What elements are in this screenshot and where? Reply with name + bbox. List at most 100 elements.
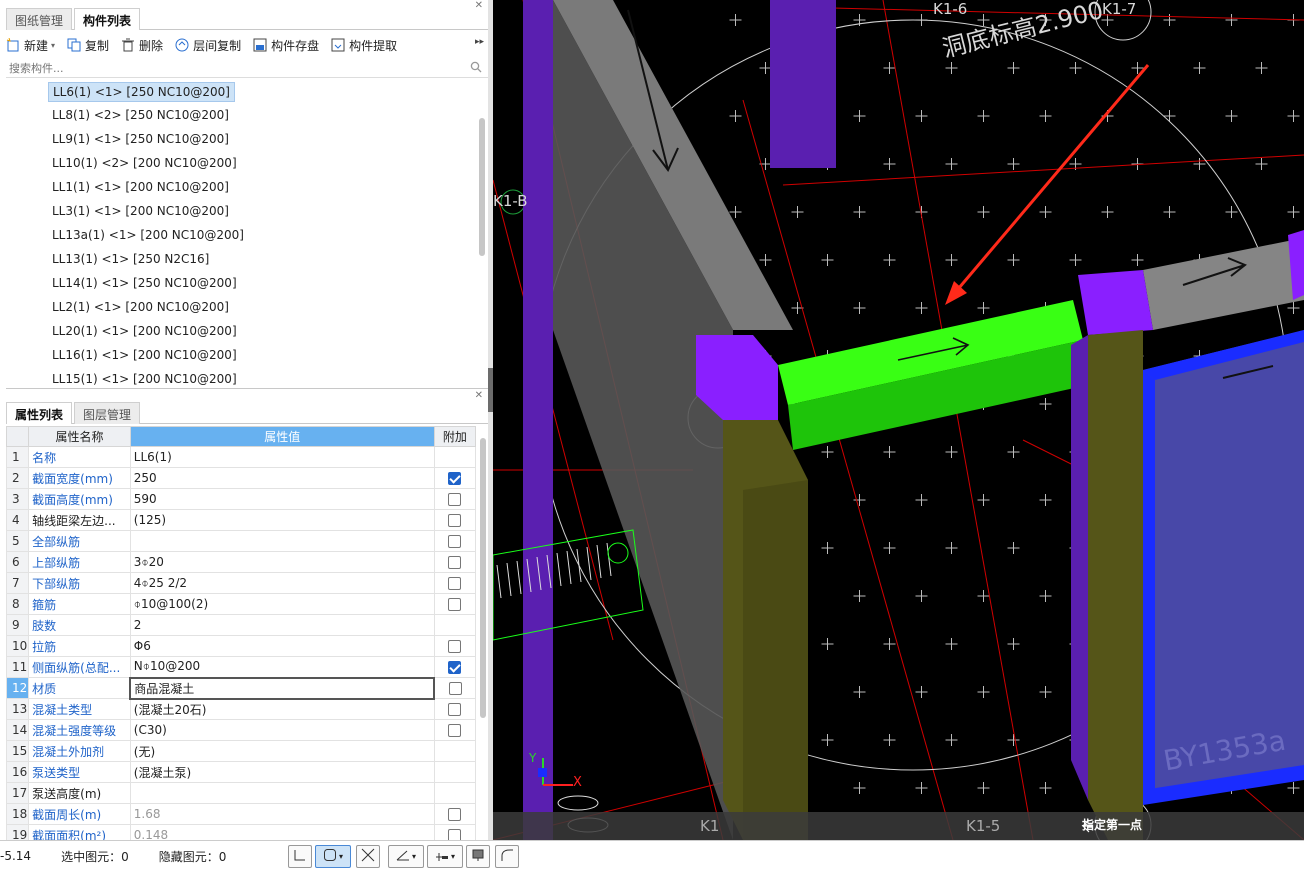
property-row[interactable]: 4 轴线距梁左边... (125) (5, 509, 477, 531)
close-top-panel-icon[interactable]: ✕ (475, 0, 483, 11)
property-row[interactable]: 11 侧面纵筋(总配... N⌽10@200 (5, 656, 477, 678)
snap-mode-button[interactable]: ▾ (315, 845, 351, 868)
list-item[interactable]: LL16(1) <1> [200 NC10@200] (48, 346, 241, 366)
list-item[interactable]: LL8(1) <2> [250 NC10@200] (48, 106, 233, 126)
display-button[interactable] (466, 845, 490, 868)
list-item[interactable]: LL2(1) <1> [200 NC10@200] (48, 298, 233, 318)
property-value[interactable]: 4⌽25 2/2 (129, 572, 435, 594)
save-component-button[interactable]: 构件存盘 (253, 37, 319, 54)
property-value[interactable]: (C30) (129, 719, 435, 741)
property-value[interactable]: (混凝土泵) (129, 761, 435, 783)
extra-checkbox[interactable] (448, 493, 462, 506)
tab-property-list[interactable]: 属性列表 (6, 402, 73, 424)
property-value[interactable]: 590 (129, 488, 435, 510)
list-item[interactable]: LL13(1) <1> [250 N2C16] (48, 250, 213, 270)
property-row[interactable]: 17 泵送高度(m) (5, 782, 477, 804)
extra-checkbox[interactable] (448, 640, 462, 653)
copy-icon (67, 38, 81, 52)
list-item[interactable]: LL3(1) <1> [200 NC10@200] (48, 202, 233, 222)
list-item[interactable]: LL10(1) <2> [200 NC10@200] (48, 154, 241, 174)
property-value[interactable]: ⌽10@100(2) (129, 593, 435, 615)
extra-checkbox[interactable] (448, 556, 462, 569)
property-row[interactable]: 18 截面周长(m) 1.68 (5, 803, 477, 825)
delete-button[interactable]: 删除 (121, 37, 163, 54)
search-icon[interactable] (470, 61, 482, 76)
property-row[interactable]: 3 截面高度(mm) 590 (5, 488, 477, 510)
extra-cell (433, 803, 477, 825)
axis-label-k1-b: K1-B (493, 192, 528, 210)
property-value[interactable]: 250 (129, 467, 435, 489)
extra-checkbox[interactable] (448, 514, 462, 527)
cross-select-button[interactable] (356, 845, 380, 868)
list-item[interactable]: LL15(1) <1> [200 NC10@200] (48, 370, 241, 385)
property-value[interactable]: 2 (129, 614, 435, 636)
property-row[interactable]: 2 截面宽度(mm) 250 (5, 467, 477, 489)
list-item[interactable]: LL20(1) <1> [200 NC10@200] (48, 322, 241, 342)
property-value[interactable]: (125) (129, 509, 435, 531)
property-value[interactable]: (无) (129, 740, 435, 762)
list-item[interactable]: LL14(1) <1> [250 NC10@200] (48, 274, 241, 294)
property-row[interactable]: 16 泵送类型 (混凝土泵) (5, 761, 477, 783)
grid-cross (791, 206, 804, 218)
property-row[interactable]: 6 上部纵筋 3⌽20 (5, 551, 477, 573)
extra-checkbox[interactable] (448, 724, 462, 737)
property-value[interactable]: Φ6 (129, 635, 435, 657)
grid-cross (1039, 782, 1052, 794)
property-row[interactable]: 5 全部纵筋 (5, 530, 477, 552)
property-row[interactable]: 10 拉筋 Φ6 (5, 635, 477, 657)
list-item[interactable]: LL9(1) <1> [250 NC10@200] (48, 130, 233, 150)
list-item[interactable]: LL13a(1) <1> [200 NC10@200] (48, 226, 248, 246)
property-value[interactable] (129, 530, 435, 552)
selected-count: 选中图元：0 (61, 849, 129, 864)
new-button[interactable]: 新建 ▾ (6, 37, 55, 54)
close-bottom-panel-icon[interactable]: ✕ (475, 390, 483, 401)
ortho-toggle-button[interactable] (288, 845, 312, 868)
property-row[interactable]: 13 混凝土类型 (混凝土20石) (5, 698, 477, 720)
angle-button[interactable]: ▾ (388, 845, 424, 868)
property-row[interactable]: 9 肢数 2 (5, 614, 477, 636)
extra-cell (433, 677, 477, 699)
property-value[interactable]: 商品混凝土 (129, 676, 436, 700)
property-row[interactable]: 8 箍筋 ⌽10@100(2) (5, 593, 477, 615)
property-value[interactable]: 1.68 (129, 803, 435, 825)
extra-checkbox[interactable] (448, 808, 462, 821)
tab-drawing-management[interactable]: 图纸管理 (6, 8, 73, 30)
tab-component-list[interactable]: 构件列表 (74, 8, 141, 30)
property-row[interactable]: 12 材质 商品混凝土 (5, 676, 477, 700)
list-item[interactable]: LL1(1) <1> [200 NC10@200] (48, 178, 233, 198)
extra-checkbox[interactable] (448, 682, 462, 695)
extract-component-button[interactable]: 构件提取 (331, 37, 397, 54)
viewport-canvas[interactable]: Y X (493, 0, 1304, 840)
property-row[interactable]: 1 名称 LL6(1) (5, 446, 477, 468)
property-value[interactable]: N⌽10@200 (129, 656, 435, 678)
property-name: 全部纵筋 (28, 530, 131, 552)
purple-node-right (1078, 270, 1153, 335)
stair-tread (596, 544, 602, 579)
property-value[interactable] (129, 782, 435, 804)
property-scrollbar[interactable] (480, 438, 486, 718)
tab-layer-management[interactable]: 图层管理 (74, 402, 141, 424)
extra-checkbox[interactable] (448, 661, 462, 674)
property-value[interactable]: (混凝土20石) (129, 698, 435, 720)
cad-viewport[interactable]: Y X K1-6 K1-7 K1-B K1 K1-5 洞底标高2.900 BY1… (493, 0, 1304, 840)
list-item[interactable]: LL6(1) <1> [250 NC10@200] (48, 82, 235, 102)
dropdown-arrow-icon[interactable]: ▾ (51, 41, 55, 50)
search-input[interactable] (6, 58, 446, 78)
property-row[interactable]: 14 混凝土强度等级 (C30) (5, 719, 477, 741)
toolbar-more-icon[interactable]: ▸▸ (475, 37, 484, 47)
status-bar: -5.14 选中图元：0 隐藏图元：0 ▾ ▾ ▾ (0, 840, 1304, 871)
floor-copy-button[interactable]: 层间复制 (175, 37, 241, 54)
arc-button[interactable] (495, 845, 519, 868)
copy-button[interactable]: 复制 (67, 37, 109, 54)
property-row[interactable]: 7 下部纵筋 4⌽25 2/2 (5, 572, 477, 594)
property-row[interactable]: 15 混凝土外加剂 (无) (5, 740, 477, 762)
property-value[interactable]: LL6(1) (129, 446, 435, 468)
extra-checkbox[interactable] (448, 472, 462, 485)
extra-checkbox[interactable] (448, 577, 462, 590)
list-scrollbar[interactable] (479, 118, 485, 256)
property-value[interactable]: 3⌽20 (129, 551, 435, 573)
offset-button[interactable]: ▾ (427, 845, 463, 868)
extra-checkbox[interactable] (448, 703, 462, 716)
extra-checkbox[interactable] (448, 535, 462, 548)
extra-checkbox[interactable] (448, 598, 462, 611)
